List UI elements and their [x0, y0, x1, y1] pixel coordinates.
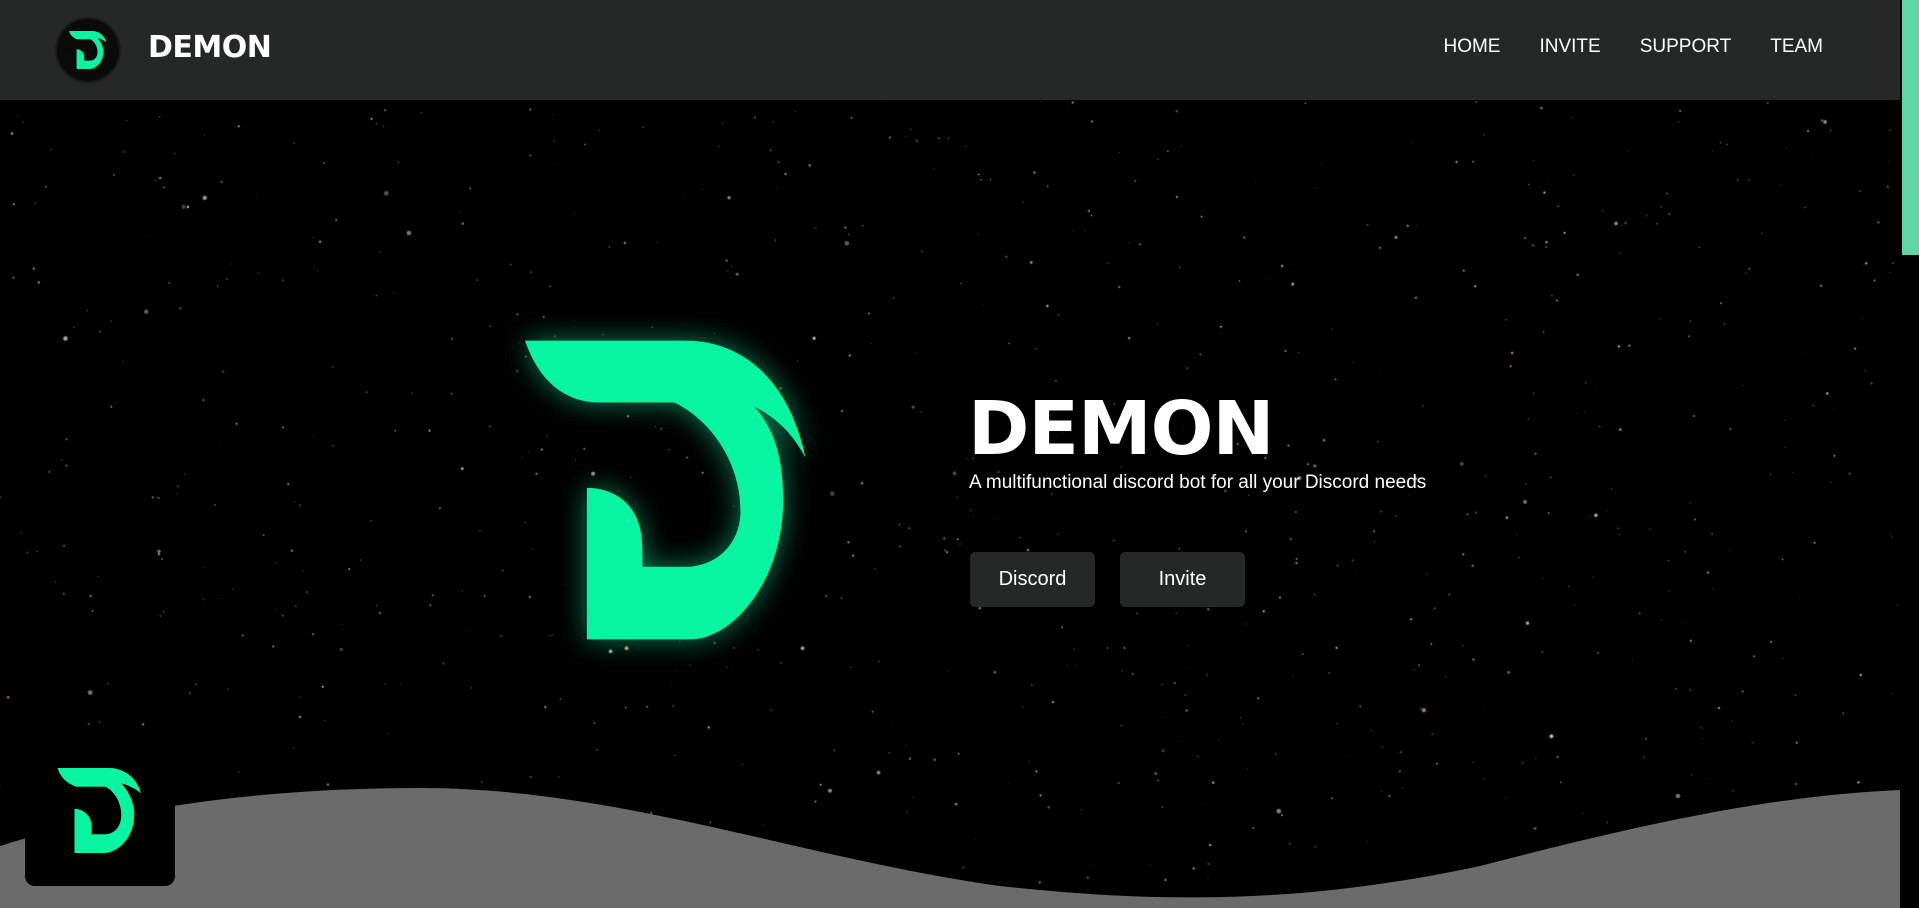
hero-logo-icon	[525, 340, 806, 640]
corner-logo-widget[interactable]	[25, 734, 175, 886]
starfield-background	[0, 100, 1900, 908]
hero-subtitle: A multifunctional discord bot for all yo…	[969, 472, 1427, 493]
demon-d-logo-icon	[69, 31, 107, 69]
scrollbar-thumb[interactable]	[1902, 0, 1919, 255]
nav-link-invite[interactable]: INVITE	[1539, 36, 1600, 58]
hero-section: DEMON A multifunctional discord bot for …	[0, 100, 1900, 908]
invite-button[interactable]: Invite	[1120, 552, 1245, 607]
nav-link-home[interactable]: HOME	[1443, 36, 1500, 58]
nav-link-team[interactable]: TEAM	[1770, 36, 1823, 58]
scrollbar[interactable]	[1900, 0, 1919, 908]
wave-divider	[0, 788, 1900, 908]
brand-name[interactable]: DEMON	[148, 30, 272, 65]
discord-button[interactable]: Discord	[970, 552, 1095, 607]
nav-links: HOME INVITE SUPPORT TEAM	[1443, 36, 1823, 58]
top-navbar: DEMON HOME INVITE SUPPORT TEAM	[0, 0, 1900, 100]
hero-title: DEMON	[968, 386, 1274, 472]
brand-logo[interactable]	[57, 19, 119, 81]
demon-d-logo-icon	[57, 767, 141, 853]
nav-link-support[interactable]: SUPPORT	[1640, 36, 1732, 58]
